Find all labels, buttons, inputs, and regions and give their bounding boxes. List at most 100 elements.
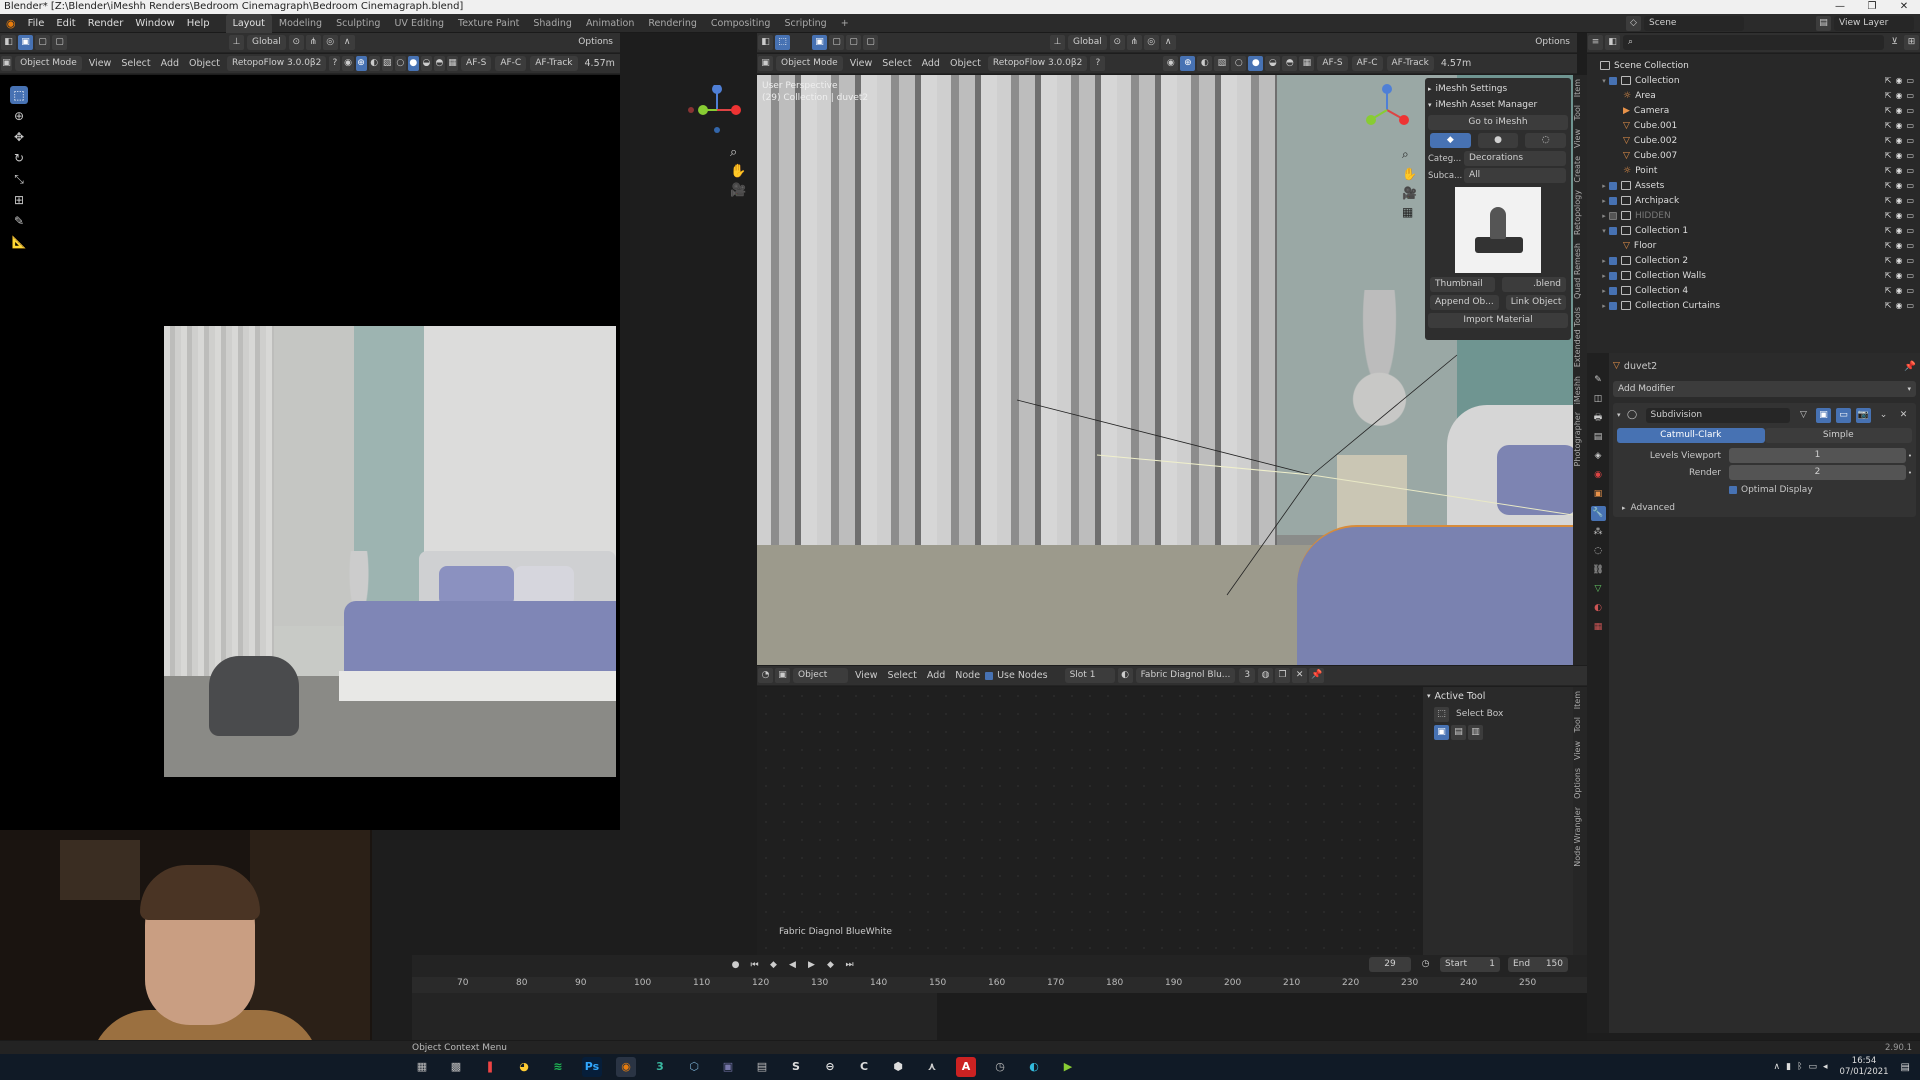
render-toggle-icon[interactable]: ▭ bbox=[1906, 301, 1914, 310]
menu-object[interactable]: Object bbox=[184, 54, 225, 74]
render-toggle-icon[interactable]: ▭ bbox=[1906, 151, 1914, 160]
asset-type-hdri-icon[interactable]: ◌ bbox=[1525, 133, 1567, 148]
transform-orientation-icon[interactable]: ⊥ bbox=[1050, 35, 1065, 50]
material-select[interactable]: Fabric Diagnol Blu... bbox=[1135, 668, 1236, 683]
outliner-row[interactable]: ☼ Point ⇱ ◉ ▭ bbox=[1595, 163, 1920, 178]
select-toggle-icon[interactable]: ⇱ bbox=[1885, 91, 1892, 100]
minimize-button[interactable]: — bbox=[1824, 0, 1856, 14]
select-mode-icon[interactable]: ▢ bbox=[35, 35, 50, 50]
tray-arrow-icon[interactable]: ∧ bbox=[1774, 1062, 1781, 1072]
sidebar-tab-extended-tools[interactable]: Extended Tools bbox=[1573, 303, 1587, 371]
collection-checkbox[interactable] bbox=[1609, 226, 1617, 235]
edge-icon[interactable]: ◐ bbox=[1024, 1057, 1044, 1077]
render-toggle-icon[interactable]: 📷 bbox=[1856, 407, 1871, 423]
menu-select[interactable]: Select bbox=[116, 54, 155, 74]
help-icon[interactable]: ? bbox=[1090, 56, 1106, 71]
pivot-icon[interactable]: ⊙ bbox=[1109, 35, 1125, 50]
select-toggle-icon[interactable]: ⇱ bbox=[1885, 136, 1892, 145]
transform-orientation-select[interactable]: Global bbox=[247, 35, 286, 50]
select-mode-icon[interactable]: ▢ bbox=[846, 35, 861, 50]
catmull-clark-tab[interactable]: Catmull-Clark bbox=[1617, 428, 1765, 443]
workspace-tab-compositing[interactable]: Compositing bbox=[704, 14, 778, 33]
select-tool-icon[interactable]: ⬚ bbox=[10, 86, 28, 104]
jump-end-icon[interactable]: ⏭ bbox=[842, 958, 857, 973]
view-layer-icon[interactable]: ▤ bbox=[1591, 430, 1606, 445]
texture-properties-icon[interactable]: ▦ bbox=[1591, 620, 1606, 635]
workspace-tab-animation[interactable]: Animation bbox=[579, 14, 641, 33]
select-toggle-icon[interactable]: ⇱ bbox=[1885, 151, 1892, 160]
collection-checkbox[interactable] bbox=[1609, 181, 1617, 190]
outliner-row[interactable]: ▽ Cube.002 ⇱ ◉ ▭ bbox=[1595, 133, 1920, 148]
node-editor-canvas[interactable]: Fabric Diagnol BlueWhite bbox=[757, 687, 1423, 955]
imeshh-manager-header[interactable]: ▾ iMeshh Asset Manager bbox=[1428, 97, 1568, 113]
render-toggle-icon[interactable]: ▭ bbox=[1906, 226, 1914, 235]
scale-tool-icon[interactable]: ⤡ bbox=[10, 170, 28, 188]
overlay-icon[interactable]: ◐ bbox=[1197, 56, 1213, 71]
outliner-search-input[interactable]: ⌕ bbox=[1623, 35, 1884, 50]
snap-icon[interactable]: ⋔ bbox=[305, 35, 321, 50]
outliner-row[interactable]: ▸ Collection Curtains ⇱ ◉ ▭ bbox=[1595, 298, 1920, 313]
select-toggle-icon[interactable]: ⇱ bbox=[1885, 196, 1892, 205]
thumbnail-button[interactable]: Thumbnail bbox=[1430, 277, 1495, 292]
shading-solid-icon[interactable]: ● bbox=[407, 56, 419, 71]
workspace-tab-shading[interactable]: Shading bbox=[526, 14, 579, 33]
node-tab-tool[interactable]: Tool bbox=[1573, 713, 1587, 737]
app-icon[interactable]: ▤ bbox=[752, 1057, 772, 1077]
output-properties-icon[interactable]: 🖶 bbox=[1591, 411, 1606, 426]
import-material-button[interactable]: Import Material bbox=[1428, 313, 1568, 328]
world-properties-icon[interactable]: ◉ bbox=[1591, 468, 1606, 483]
shading-solid-icon[interactable]: ● bbox=[1248, 56, 1264, 71]
editor-type-icon[interactable]: ◧ bbox=[758, 35, 773, 50]
camera-icon[interactable]: ▦ bbox=[1299, 56, 1315, 71]
sidebar-tab-quad-remesh[interactable]: Quad Remesh bbox=[1573, 239, 1587, 303]
menu-edit[interactable]: Edit bbox=[50, 14, 81, 33]
tray-bluetooth-icon[interactable]: ᛒ bbox=[1797, 1062, 1802, 1072]
tray-usb-icon[interactable]: ▮ bbox=[1786, 1062, 1791, 1072]
rotate-tool-icon[interactable]: ↻ bbox=[10, 149, 28, 167]
af-s-button[interactable]: AF-S bbox=[1317, 56, 1348, 71]
simple-tab[interactable]: Simple bbox=[1764, 428, 1912, 443]
visibility-eye-icon[interactable]: ◉ bbox=[1895, 76, 1902, 85]
outliner-row[interactable]: ▽ Cube.001 ⇱ ◉ ▭ bbox=[1595, 118, 1920, 133]
asset-type-material-icon[interactable]: ● bbox=[1477, 133, 1519, 148]
object-mode-icon[interactable]: ▣ bbox=[758, 56, 773, 71]
outliner-row[interactable]: ▸ Archipack ⇱ ◉ ▭ bbox=[1595, 193, 1920, 208]
material-users-count[interactable]: 3 bbox=[1239, 668, 1256, 683]
timeline-track-area[interactable] bbox=[412, 993, 1587, 1040]
app-icon[interactable]: C bbox=[854, 1057, 874, 1077]
shading-render-icon[interactable]: ◓ bbox=[1282, 56, 1298, 71]
next-keyframe-icon[interactable]: ◆ bbox=[823, 958, 838, 973]
display-mode-icon[interactable]: ◧ bbox=[1605, 35, 1620, 50]
mode-extend-icon[interactable]: ▤ bbox=[1451, 725, 1466, 740]
play-reverse-icon[interactable]: ◀ bbox=[785, 958, 800, 973]
collection-checkbox[interactable] bbox=[1609, 286, 1617, 295]
select-toggle-icon[interactable]: ⇱ bbox=[1885, 286, 1892, 295]
remove-modifier-icon[interactable]: ✕ bbox=[1896, 408, 1911, 423]
cage-toggle-icon[interactable]: ▣ bbox=[1816, 407, 1831, 423]
sidebar-tab-create[interactable]: Create bbox=[1573, 152, 1587, 187]
sidebar-tab-view[interactable]: View bbox=[1573, 125, 1587, 152]
render-toggle-icon[interactable]: ▭ bbox=[1906, 121, 1914, 130]
object-icon[interactable]: ▣ bbox=[775, 668, 790, 683]
shading-wire-icon[interactable]: ○ bbox=[394, 56, 406, 71]
expand-arrow-icon[interactable]: ▸ bbox=[1599, 212, 1609, 220]
tray-network-icon[interactable]: ▭ bbox=[1809, 1062, 1818, 1072]
material-properties-icon[interactable]: ◐ bbox=[1591, 601, 1606, 616]
clock-icon[interactable]: ◷ bbox=[1418, 957, 1433, 972]
camera-view-icon[interactable]: 🎥 bbox=[1402, 186, 1417, 200]
expand-arrow-icon[interactable]: ▸ bbox=[1599, 287, 1609, 295]
select-toggle-icon[interactable]: ⇱ bbox=[1885, 106, 1892, 115]
visibility-eye-icon[interactable]: ◉ bbox=[1895, 136, 1902, 145]
transform-orientation-icon[interactable]: ⊥ bbox=[229, 35, 244, 50]
scene-icon[interactable]: ◇ bbox=[1626, 16, 1641, 31]
af-c-button[interactable]: AF-C bbox=[1351, 56, 1383, 71]
acrobat-icon[interactable]: A bbox=[956, 1057, 976, 1077]
menu-view[interactable]: View bbox=[84, 54, 117, 74]
render-toggle-icon[interactable]: ▭ bbox=[1906, 106, 1914, 115]
pivot-icon[interactable]: ⊙ bbox=[288, 35, 304, 50]
render-toggle-icon[interactable]: ▭ bbox=[1906, 241, 1914, 250]
unlink-material-icon[interactable]: ✕ bbox=[1292, 668, 1308, 683]
xray-icon[interactable]: ▧ bbox=[381, 56, 393, 71]
zoom-icon[interactable]: ⌕ bbox=[1402, 147, 1417, 162]
mode-set-icon[interactable]: ▣ bbox=[1434, 725, 1449, 740]
